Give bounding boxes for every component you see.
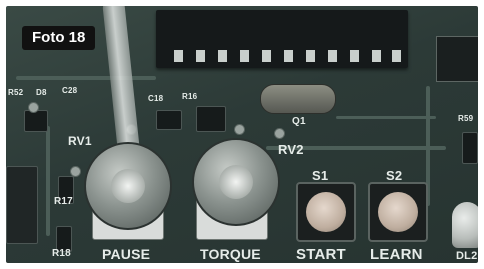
silk-r16: R16 <box>182 92 198 101</box>
silk-r52: R52 <box>8 88 24 97</box>
ic-pin <box>262 50 271 62</box>
silk-c28: C28 <box>62 86 78 95</box>
connector <box>6 166 38 244</box>
silk-q1: Q1 <box>292 116 306 127</box>
silk-start: START <box>296 246 346 263</box>
start-button[interactable] <box>296 182 356 242</box>
ic-pin <box>240 50 249 62</box>
ic-pin <box>392 50 401 62</box>
ic-pin <box>284 50 293 62</box>
ic-pin <box>174 50 183 62</box>
led-dl2 <box>452 202 478 248</box>
silk-c18: C18 <box>148 94 164 103</box>
resistor <box>462 132 478 164</box>
silk-d8: D8 <box>36 88 47 97</box>
solder-pad <box>70 166 81 177</box>
silk-rv1: RV1 <box>68 134 92 148</box>
microcontroller-chip <box>156 10 408 68</box>
silk-pause: PAUSE <box>102 246 151 262</box>
solder-pad <box>274 128 285 139</box>
pcb-trace <box>336 116 436 119</box>
silk-r18: R18 <box>52 248 71 259</box>
silk-r59: R59 <box>458 114 474 123</box>
solder-pad <box>28 102 39 113</box>
silk-learn: LEARN <box>370 246 423 263</box>
silk-rv2: RV2 <box>278 142 304 157</box>
learn-button[interactable] <box>368 182 428 242</box>
potentiometer-knob <box>219 165 253 199</box>
transistor <box>24 110 48 132</box>
solder-pad <box>234 124 245 135</box>
pin-header <box>436 36 478 82</box>
potentiometer-torque[interactable] <box>192 138 280 226</box>
silk-s1: S1 <box>312 168 329 183</box>
pcb-trace <box>16 76 156 80</box>
crystal-oscillator <box>260 84 336 114</box>
photo-frame: Q1 R52 D8 C28 C18 R16 RV1 RV2 R17 R18 R5… <box>0 0 484 269</box>
silk-s2: S2 <box>386 168 403 183</box>
silk-dl2: DL2 <box>456 250 478 262</box>
ic-pin <box>196 50 205 62</box>
button-cap <box>306 192 346 232</box>
capacitor <box>156 110 182 130</box>
ic-pin <box>350 50 359 62</box>
ic-pin <box>218 50 227 62</box>
silk-r17: R17 <box>54 196 73 207</box>
potentiometer-pause[interactable] <box>84 142 172 230</box>
ic-pin <box>306 50 315 62</box>
circuit-board: Q1 R52 D8 C28 C18 R16 RV1 RV2 R17 R18 R5… <box>6 6 478 263</box>
pcb-trace <box>46 126 50 236</box>
resistor <box>196 106 226 132</box>
silk-torque: TORQUE <box>200 246 261 262</box>
photo-caption-tag: Foto 18 <box>22 26 96 50</box>
ic-pin <box>372 50 381 62</box>
potentiometer-knob <box>111 169 145 203</box>
button-cap <box>378 192 418 232</box>
ic-pin <box>328 50 337 62</box>
